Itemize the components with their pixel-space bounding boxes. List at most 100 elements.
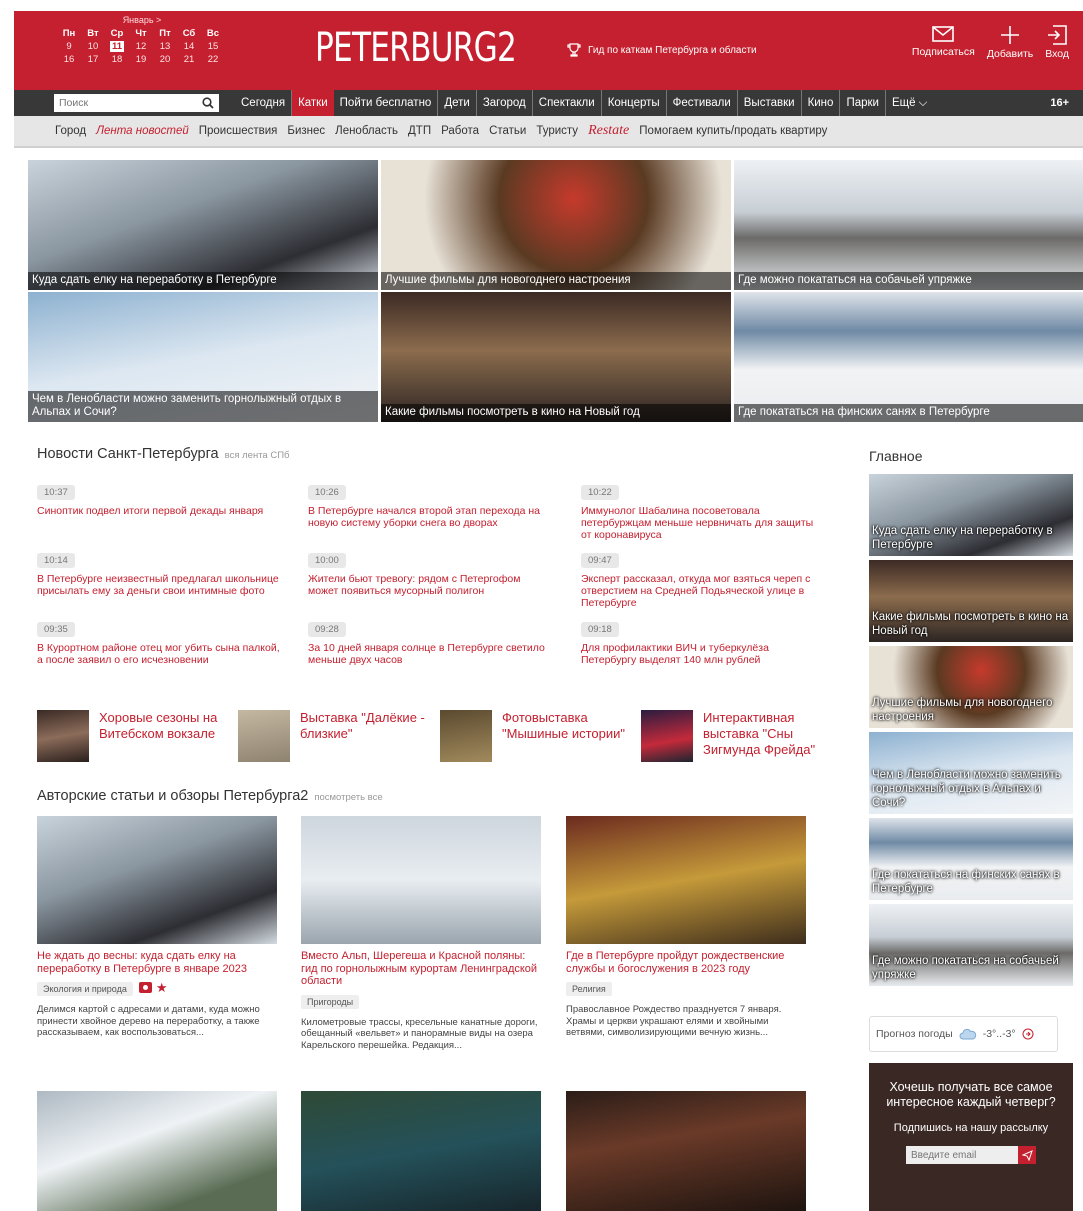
calendar-day[interactable]: 20 [153, 54, 177, 65]
article-tag[interactable]: Пригороды [301, 994, 360, 1009]
article-tag[interactable]: Экология и природа [37, 982, 133, 996]
login-button[interactable]: Вход [1045, 25, 1069, 60]
calendar-day[interactable]: 16 [57, 54, 81, 65]
calendar-day[interactable]: 12 [129, 41, 153, 52]
article-title[interactable]: Вместо Альп, Шерегеша и Красной поляны: … [301, 950, 541, 988]
send-button[interactable] [1018, 1146, 1036, 1164]
nav-item-rinks[interactable]: Катки [292, 90, 334, 116]
article-title[interactable]: Где в Петербурге пройдут рождественские … [566, 950, 806, 975]
news-item[interactable]: 09:47 Эксперт рассказал, откуда мог взять… [581, 550, 826, 609]
news-item[interactable]: 10:37 Синоптик подвел итоги первой декады… [37, 482, 282, 517]
article-image[interactable] [566, 1091, 806, 1211]
article-card[interactable]: Где в Петербурге пройдут рождественские … [566, 816, 806, 1039]
news-text[interactable]: Жители бьют тревогу: рядом с Петергофом … [308, 573, 553, 597]
calendar-day[interactable]: 19 [129, 54, 153, 65]
sidebar-story[interactable]: Какие фильмы посмотреть в кино на Новый … [869, 560, 1073, 642]
featured-event[interactable]: Хоровые сезоны на Витебском вокзале [37, 710, 232, 762]
tile-dog-sled[interactable]: Где можно покататься на собачьей упряжке [734, 160, 1083, 290]
news-item[interactable]: 10:22 Иммунолог Шабалина посоветовала пет… [581, 482, 826, 541]
news-text[interactable]: В Петербурге начался второй этап переход… [308, 505, 553, 529]
calendar-day[interactable]: 22 [201, 54, 225, 65]
calendar-day[interactable]: 21 [177, 54, 201, 65]
calendar-day[interactable]: 9 [57, 41, 81, 52]
subnav-jobs[interactable]: Работа [441, 125, 479, 137]
news-item[interactable]: 09:18 Для профилактики ВИЧ и туберкулёза … [581, 619, 826, 666]
news-item[interactable]: 09:28 За 10 дней января солнце в Петербур… [308, 619, 553, 666]
news-text[interactable]: За 10 дней января солнце в Петербурге св… [308, 642, 553, 666]
featured-event[interactable]: Интерактивная выставка "Сны Зигмунда Фре… [641, 710, 831, 762]
calendar-day[interactable]: 15 [201, 41, 225, 52]
nav-item-festivals[interactable]: Фестивали [667, 90, 738, 116]
nav-item-parks[interactable]: Парки [840, 90, 886, 116]
nav-item-concerts[interactable]: Концерты [602, 90, 667, 116]
subnav-city[interactable]: Город [55, 125, 86, 137]
subnav-buysell[interactable]: Помогаем купить/продать квартиру [639, 125, 827, 137]
news-text[interactable]: Для профилактики ВИЧ и туберкулёза Петер… [581, 642, 826, 666]
site-logo[interactable]: PETERBURG2 [315, 25, 517, 71]
articles-all-link[interactable]: посмотреть все [314, 792, 382, 803]
news-item[interactable]: 09:35 В Курортном районе отец мог убить с… [37, 619, 282, 666]
subnav-traffic[interactable]: ДТП [408, 125, 431, 137]
subnav-business[interactable]: Бизнес [287, 125, 325, 137]
nav-item-plays[interactable]: Спектакли [533, 90, 602, 116]
tile-ski-alternative[interactable]: Чем в Ленобласти можно заменить горнолыж… [28, 292, 378, 422]
email-field[interactable] [906, 1146, 1018, 1164]
sidebar-story[interactable]: Где покататься на финских санях в Петерб… [869, 818, 1073, 900]
subnav-articles[interactable]: Статьи [489, 125, 526, 137]
search-box[interactable] [54, 94, 219, 112]
rinks-guide-link[interactable]: Гид по каткам Петербурга и области [566, 42, 757, 58]
tile-newyear-films[interactable]: Лучшие фильмы для новогоднего настроения [381, 160, 731, 290]
subscribe-button[interactable]: Подписаться [912, 25, 975, 60]
article-tag[interactable]: Религия [566, 982, 612, 996]
article-image[interactable] [301, 816, 541, 944]
search-input[interactable] [59, 97, 179, 109]
article-image[interactable] [301, 1091, 541, 1211]
news-item[interactable]: 10:00 Жители бьют тревогу: рядом с Петерг… [308, 550, 553, 597]
nav-item-outoftown[interactable]: Загород [477, 90, 533, 116]
news-text[interactable]: Синоптик подвел итоги первой декады янва… [37, 505, 282, 517]
search-icon[interactable] [202, 97, 214, 109]
calendar-day[interactable]: 14 [177, 41, 201, 52]
tile-cinema-newyear[interactable]: Какие фильмы посмотреть в кино на Новый … [381, 292, 731, 422]
tile-finnish-sled[interactable]: Где покататься на финских санях в Петерб… [734, 292, 1083, 422]
news-text[interactable]: В Петербурге неизвестный предлагал школь… [37, 573, 282, 597]
article-title[interactable]: Не ждать до весны: куда сдать елку на пе… [37, 950, 277, 975]
news-text[interactable]: Иммунолог Шабалина посоветовала петербур… [581, 505, 826, 541]
calendar-day[interactable]: 18 [105, 54, 129, 65]
news-item[interactable]: 10:26 В Петербурге начался второй этап пе… [308, 482, 553, 529]
subnav-incidents[interactable]: Происшествия [199, 125, 278, 137]
subnav-tourist[interactable]: Туристу [536, 125, 578, 137]
nav-item-free[interactable]: Пойти бесплатно [334, 90, 439, 116]
tile-tree-recycling[interactable]: Куда сдать елку на переработку в Петербу… [28, 160, 378, 290]
news-item[interactable]: 10:14 В Петербурге неизвестный предлагал … [37, 550, 282, 597]
calendar-month[interactable]: Январь > [57, 15, 227, 25]
featured-event[interactable]: Фотовыставка "Мышиные истории" [440, 710, 635, 762]
news-text[interactable]: В Курортном районе отец мог убить сына п… [37, 642, 282, 666]
news-text[interactable]: Эксперт рассказал, откуда мог взяться че… [581, 573, 826, 609]
arrow-right-circle-icon[interactable] [1022, 1028, 1034, 1040]
calendar-day[interactable]: 17 [81, 54, 105, 65]
weather-widget[interactable]: Прогноз погоды -3°..-3° [869, 1016, 1058, 1052]
sidebar-story[interactable]: Где можно покататься на собачьей упряжке [869, 904, 1073, 986]
article-card[interactable]: Вместо Альп, Шерегеша и Красной поляны: … [301, 816, 541, 1051]
sidebar-story[interactable]: Лучшие фильмы для новогоднего настроения [869, 646, 1073, 728]
news-all-link[interactable]: вся лента СПб [225, 450, 290, 461]
nav-item-cinema[interactable]: Кино [802, 90, 841, 116]
subnav-newsfeed[interactable]: Лента новостей [96, 125, 189, 137]
nav-item-kids[interactable]: Дети [438, 90, 477, 116]
article-image[interactable] [37, 1091, 277, 1211]
subnav-region[interactable]: Ленобласть [335, 125, 398, 137]
article-card[interactable]: Не ждать до весны: куда сдать елку на пе… [37, 816, 277, 1039]
calendar-day[interactable]: 10 [81, 41, 105, 52]
sidebar-story[interactable]: Куда сдать елку на переработку в Петербу… [869, 474, 1073, 556]
article-image[interactable] [566, 816, 806, 944]
calendar-day[interactable]: 13 [153, 41, 177, 52]
sidebar-story[interactable]: Чем в Ленобласти можно заменить горнолыж… [869, 732, 1073, 814]
nav-item-today[interactable]: Сегодня [235, 90, 293, 116]
article-image[interactable] [37, 816, 277, 944]
restate-logo[interactable]: Restate [588, 123, 629, 139]
featured-event[interactable]: Выставка "Далёкие - близкие" [238, 710, 433, 762]
nav-item-exhibitions[interactable]: Выставки [738, 90, 802, 116]
calendar-day-today[interactable]: 11 [105, 41, 129, 52]
nav-item-more[interactable]: Ещё ⌵ [886, 90, 933, 116]
